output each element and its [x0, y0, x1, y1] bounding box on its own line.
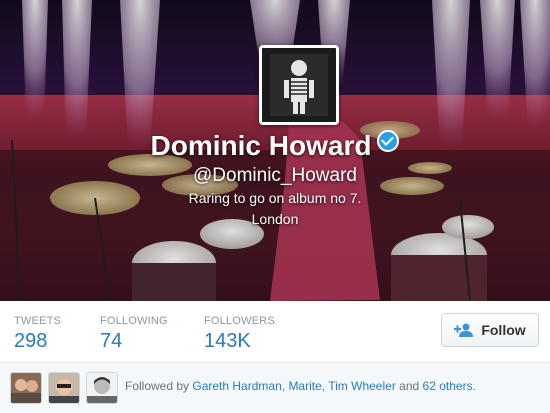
- follow-button-label: Follow: [481, 322, 526, 338]
- followed-by-link-1[interactable]: Gareth Hardman: [192, 379, 281, 393]
- followed-by-link-2[interactable]: Marite: [288, 379, 321, 393]
- profile-name: Dominic Howard: [150, 130, 372, 161]
- stat-followers-value: 143K: [204, 330, 251, 352]
- stat-tweets-label: TWEETS: [14, 315, 62, 327]
- stat-following-value: 74: [100, 330, 123, 352]
- add-user-icon: [454, 323, 474, 337]
- profile-avatar[interactable]: [259, 45, 339, 125]
- followed-by-others-link[interactable]: 62 others: [423, 379, 473, 393]
- profile-name-row: Dominic Howard: [0, 130, 550, 162]
- followed-by-text: Followed by Gareth Hardman, Marite, Tim …: [125, 379, 476, 393]
- followed-by-prefix: Followed by: [125, 379, 190, 393]
- follower-avatar-2[interactable]: [48, 372, 80, 404]
- followed-by-suffix: .: [472, 379, 476, 393]
- followed-by-sep-1: ,: [281, 379, 286, 393]
- stat-tweets-value: 298: [14, 330, 48, 352]
- follow-button[interactable]: Follow: [441, 313, 539, 347]
- profile-location: London: [251, 211, 299, 227]
- followed-by-bar: Followed by Gareth Hardman, Marite, Tim …: [0, 363, 550, 413]
- profile-handle: @Dominic_Howard: [193, 165, 357, 186]
- stat-following-label: FOLLOWING: [100, 315, 168, 327]
- stat-followers[interactable]: FOLLOWERS 143K: [204, 315, 275, 353]
- followed-by-and: and: [399, 379, 420, 393]
- followed-by-link-3[interactable]: Tim Wheeler: [328, 379, 396, 393]
- verified-badge-icon: [377, 130, 400, 152]
- follower-avatar-1[interactable]: [10, 372, 42, 404]
- stat-followers-label: FOLLOWERS: [204, 315, 275, 327]
- follower-avatar-3[interactable]: [86, 372, 118, 404]
- stat-tweets[interactable]: TWEETS 298: [14, 315, 61, 353]
- followed-by-sep-2: ,: [321, 379, 326, 393]
- profile-bio: Raring to go on album no 7.: [188, 190, 362, 206]
- stat-following[interactable]: FOLLOWING 74: [100, 315, 168, 353]
- profile-header: Dominic Howard @Dominic_Howard Raring to…: [0, 0, 550, 301]
